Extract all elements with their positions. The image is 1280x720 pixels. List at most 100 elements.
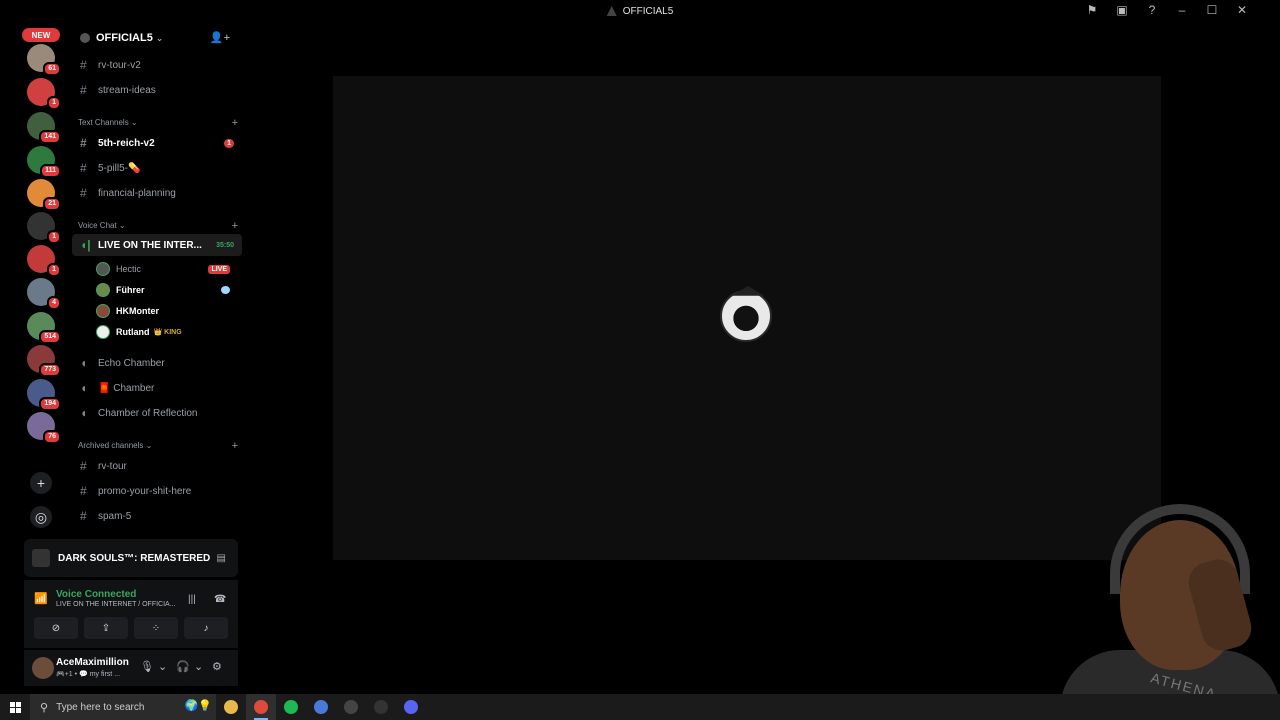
flag-icon[interactable]: ⚑ xyxy=(1084,3,1100,17)
minimize-icon[interactable]: – xyxy=(1174,3,1190,17)
chrome-icon xyxy=(254,700,268,714)
server-icon-0[interactable]: 61 xyxy=(27,44,61,76)
channel-rv-tour-v2[interactable]: # rv-tour-v2 xyxy=(72,54,242,76)
unread-count-badge: 4 xyxy=(47,296,61,310)
hash-icon: # xyxy=(80,83,87,97)
invite-people-icon[interactable]: 👤+ xyxy=(210,31,230,44)
server-icon-3[interactable]: 111 xyxy=(27,146,61,178)
voice-user[interactable]: Rutland 👑 KING xyxy=(96,322,236,342)
streamer-avatar[interactable] xyxy=(720,290,772,342)
server-header[interactable]: OFFICIAL5 ⌄ 👤+ xyxy=(68,22,244,54)
window-titlebar: OFFICIAL5 ⚑ ▣ ? – ☐ ✕ xyxy=(0,0,1280,22)
channel-stream-ideas[interactable]: # stream-ideas xyxy=(72,79,242,101)
server-icon-5[interactable]: 1 xyxy=(27,212,61,244)
settings-gear-icon[interactable]: ⚙ xyxy=(212,660,222,673)
taskbar-search[interactable]: ⚲ Type here to search 🌍💡 xyxy=(30,694,216,720)
disconnect-icon[interactable]: ☎ xyxy=(214,594,226,605)
window-title-text: OFFICIAL5 xyxy=(622,5,674,17)
explore-servers-button[interactable]: ◎ xyxy=(30,506,52,528)
taskbar-app-file-explorer[interactable] xyxy=(216,694,246,720)
unread-count-badge: 514 xyxy=(39,330,61,344)
server-icon-1[interactable]: 1 xyxy=(27,78,61,110)
unread-count-badge: 1 xyxy=(47,230,61,244)
headphones-icon[interactable]: 🎧 xyxy=(176,660,190,673)
screen-share-icon[interactable]: ▤ xyxy=(217,553,226,564)
taskbar-app-app-blue[interactable] xyxy=(306,694,336,720)
server-rail: NEW 61 1 141 111 21 1 1 4 514 773 194 76 + ◎ xyxy=(22,22,62,532)
close-icon[interactable]: ✕ xyxy=(1234,3,1250,17)
signal-icon[interactable]: 📶 xyxy=(34,592,48,605)
server-icon-10[interactable]: 194 xyxy=(27,379,61,411)
username[interactable]: AceMaximillion xyxy=(56,657,129,668)
search-highlight-icon: 🌍💡 xyxy=(184,700,212,712)
file-explorer-icon xyxy=(224,700,238,714)
share-screen-button[interactable]: ⇪ xyxy=(84,617,128,639)
voice-channel-live[interactable]: ◖| LIVE ON THE INTER... 35:50 xyxy=(72,234,242,256)
activities-button[interactable]: ⁘ xyxy=(134,617,178,639)
server-icon-9[interactable]: 773 xyxy=(27,345,61,377)
create-channel-icon[interactable]: + xyxy=(232,117,238,129)
windows-taskbar: ⚲ Type here to search 🌍💡 xyxy=(0,694,1280,720)
new-badge: NEW xyxy=(22,28,60,42)
channel-label: Chamber of Reflection xyxy=(98,407,198,419)
app-blue-icon xyxy=(314,700,328,714)
channel-5-pill5[interactable]: # 5-pill5-💊 xyxy=(72,157,242,179)
hash-icon: # xyxy=(80,186,87,200)
voice-user-name: Hectic xyxy=(116,264,142,274)
voice-channel-echo-chamber[interactable]: ◖ Echo Chamber xyxy=(72,352,242,374)
voice-user[interactable]: HKMonter xyxy=(96,301,236,321)
user-panel: AceMaximillion 🎮+1 • 💬 my first ... 🎙 ⌄ … xyxy=(24,650,238,686)
start-button[interactable] xyxy=(0,694,30,720)
hash-icon: # xyxy=(80,136,87,150)
voice-connected-label[interactable]: Voice Connected xyxy=(56,589,136,600)
noise-suppression-icon[interactable]: ||| xyxy=(188,594,196,605)
channel-label: LIVE ON THE INTER... xyxy=(98,239,202,251)
voice-channel-chamber[interactable]: ◖ 🧧 Chamber xyxy=(72,377,242,399)
channel-rv-tour[interactable]: # rv-tour xyxy=(72,455,242,477)
spotify-icon xyxy=(284,700,298,714)
server-icon-6[interactable]: 1 xyxy=(27,245,61,277)
channel-financial-planning[interactable]: # financial-planning xyxy=(72,182,242,204)
channel-spam-5[interactable]: # spam-5 xyxy=(72,505,242,527)
server-icon-7[interactable]: 4 xyxy=(27,278,61,310)
game-name: DARK SOULS™: REMASTERED xyxy=(58,552,211,564)
maximize-icon[interactable]: ☐ xyxy=(1204,3,1220,17)
inbox-icon[interactable]: ▣ xyxy=(1114,3,1130,17)
taskbar-app-obs[interactable] xyxy=(336,694,366,720)
voice-user[interactable]: Führer xyxy=(96,280,236,300)
hash-icon: # xyxy=(80,58,87,72)
taskbar-app-game[interactable] xyxy=(366,694,396,720)
obs-icon xyxy=(344,700,358,714)
channel-5th-reich-v2[interactable]: # 5th-reich-v2 1 xyxy=(72,132,242,154)
help-icon[interactable]: ? xyxy=(1144,3,1160,17)
add-server-button[interactable]: + xyxy=(30,472,52,494)
taskbar-app-spotify[interactable] xyxy=(276,694,306,720)
chevron-down-icon[interactable]: ⌄ xyxy=(194,660,203,673)
soundboard-button[interactable]: ♪ xyxy=(184,617,228,639)
activity-panel[interactable]: DARK SOULS™: REMASTERED ▤ xyxy=(24,539,238,577)
avatar[interactable] xyxy=(32,657,54,679)
unread-count-badge: 773 xyxy=(39,363,61,377)
server-icon xyxy=(606,6,617,16)
taskbar-app-discord[interactable] xyxy=(396,694,426,720)
unread-count-badge: 1 xyxy=(47,263,61,277)
category-voice-chat[interactable]: Voice Chat ⌄ + xyxy=(78,220,238,232)
category-text-channels[interactable]: Text Channels ⌄ + xyxy=(78,117,238,129)
create-channel-icon[interactable]: + xyxy=(232,440,238,452)
category-archived-channels[interactable]: Archived channels ⌄ + xyxy=(78,440,238,452)
voice-channel-chamber-of-reflection[interactable]: ◖ Chamber of Reflection xyxy=(72,402,242,424)
chevron-down-icon[interactable]: ⌄ xyxy=(158,660,167,673)
voice-user[interactable]: Hectic LIVE xyxy=(96,259,236,279)
microphone-icon[interactable]: 🎙 xyxy=(140,660,154,673)
role-tag: 👑 KING xyxy=(153,329,182,336)
server-icon-8[interactable]: 514 xyxy=(27,312,61,344)
speaker-icon: ◖ xyxy=(80,406,88,420)
server-icon-2[interactable]: 141 xyxy=(27,112,61,144)
server-icon-4[interactable]: 21 xyxy=(27,179,61,211)
taskbar-app-chrome[interactable] xyxy=(246,694,276,720)
channel-promo-your-shit-here[interactable]: # promo-your-shit-here xyxy=(72,480,242,502)
camera-off-button[interactable]: ⊘ xyxy=(34,617,78,639)
create-channel-icon[interactable]: + xyxy=(232,220,238,232)
server-icon-11[interactable]: 76 xyxy=(27,412,61,444)
game-icon xyxy=(374,700,388,714)
